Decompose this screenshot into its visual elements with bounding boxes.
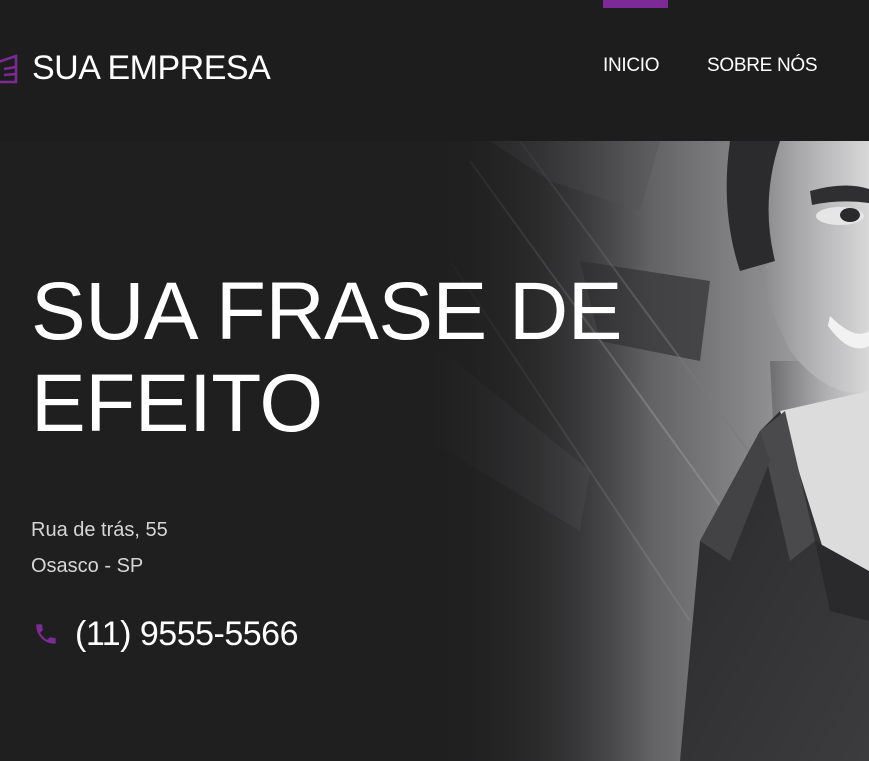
headline-line-2: EFEITO — [31, 358, 323, 449]
nav-item-sobre-nos[interactable]: SOBRE NÓS — [707, 53, 818, 79]
address-street: Rua de trás, 55 — [31, 519, 168, 541]
phone-icon — [36, 624, 56, 644]
hero-image — [430, 141, 869, 761]
main-nav: INICIO SOBRE NÓS — [0, 0, 869, 141]
nav-item-inicio[interactable]: INICIO — [603, 53, 660, 79]
address-city: Osasco - SP — [31, 555, 144, 577]
page: SUA EMPRESA INICIO SOBRE NÓS SUA FRASE D… — [0, 0, 869, 761]
address-block: Rua de trás, 55 Osasco - SP — [31, 512, 168, 584]
phone-contact[interactable]: (11) 9555-5566 — [33, 614, 298, 654]
phone-number: (11) 9555-5566 — [75, 615, 298, 653]
hero-headline: SUA FRASE DE EFEITO — [31, 266, 731, 450]
headline-line-1: SUA FRASE DE — [31, 266, 622, 357]
site-header: SUA EMPRESA INICIO SOBRE NÓS — [0, 0, 869, 141]
hero-section: SUA FRASE DE EFEITO Rua de trás, 55 Osas… — [0, 141, 869, 761]
active-nav-indicator — [603, 0, 668, 8]
